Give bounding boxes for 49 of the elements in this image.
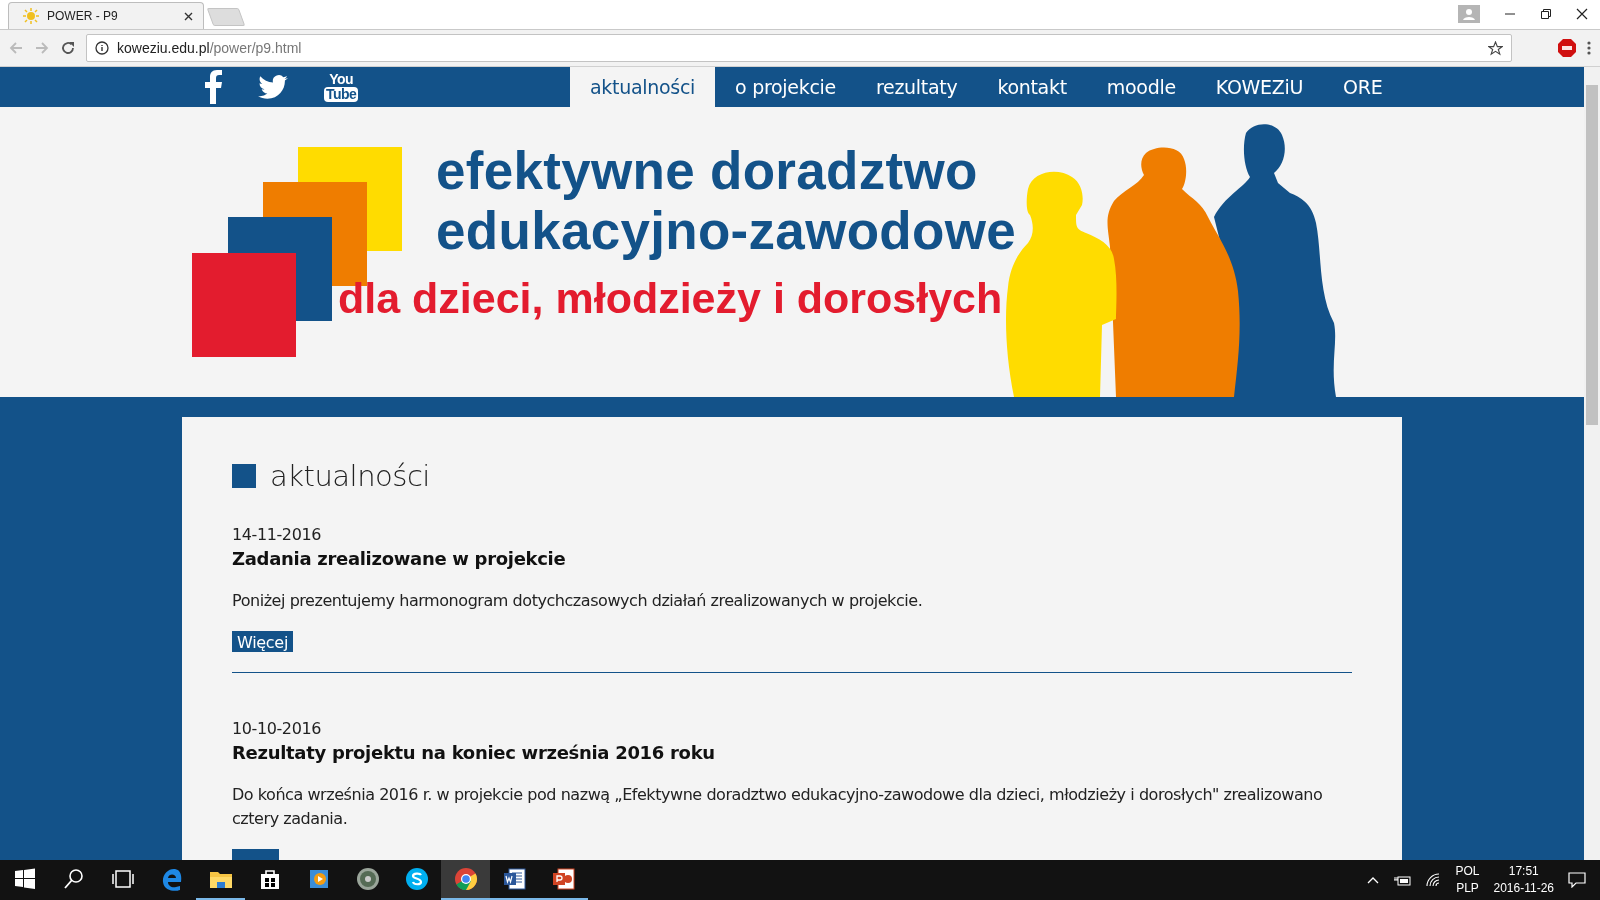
nav-link[interactable]: o projekcie <box>715 67 856 107</box>
nav-link[interactable]: rezultaty <box>855 67 978 107</box>
square-icon <box>232 464 256 488</box>
task-view-icon[interactable] <box>110 867 135 891</box>
browser-tab[interactable]: POWER - P9 <box>8 2 204 29</box>
nav-link[interactable]: moodle <box>1086 67 1196 107</box>
reload-icon[interactable] <box>60 40 76 56</box>
news-date: 14-11-2016 <box>232 525 322 544</box>
facebook-icon[interactable] <box>204 70 222 104</box>
word-document-icon[interactable] <box>502 867 527 891</box>
news-summary: Do końca września 2016 r. w projekcie pod nazwą „Efektywne doradztwo edukacyjno-zawodowe dla dzieci, młodzieży i dorosłych" zrealizowano cztery zadania. <box>232 784 1324 830</box>
battery-icon[interactable] <box>1393 874 1412 886</box>
nav-link[interactable]: kontakt <box>977 67 1087 107</box>
notifications-icon[interactable] <box>1568 872 1586 888</box>
disc-icon[interactable] <box>355 867 380 891</box>
banner-heading: efektywne doradztwo <box>435 141 979 201</box>
scrollbar-thumb[interactable] <box>1586 85 1598 425</box>
scrollbar[interactable] <box>1584 67 1600 860</box>
more-button[interactable]: Więcej <box>232 631 294 652</box>
news-summary: Poniżej prezentujemy harmonogram dotychczasowych działań zrealizowanych w projekcie. <box>232 590 924 612</box>
news-title[interactable]: Rezultaty projektu na koniec września 2016 roku <box>232 742 1352 763</box>
wifi-icon[interactable] <box>1425 873 1442 887</box>
sun-icon <box>23 8 39 24</box>
tab-title: POWER - P9 <box>47 9 119 23</box>
bird-icon[interactable] <box>258 75 288 99</box>
nav-link[interactable]: KOWEZiU <box>1195 67 1324 107</box>
close-icon[interactable] <box>1576 8 1588 20</box>
chevron-up-icon[interactable] <box>1367 876 1380 884</box>
menu-icon[interactable] <box>1586 40 1592 56</box>
windows-icon[interactable] <box>12 867 37 891</box>
section-heading: aktualności <box>270 459 430 493</box>
search-icon[interactable] <box>61 867 86 891</box>
clock[interactable]: 17:51 2016-11-26 <box>1493 863 1554 897</box>
skype-icon[interactable] <box>404 867 429 891</box>
news-title[interactable]: Zadania zrealizowane w projekcie <box>232 548 1352 569</box>
star-icon[interactable] <box>1488 40 1503 56</box>
adblock-icon[interactable] <box>1558 39 1576 57</box>
banner-heading: edukacyjno-zawodowe <box>435 201 1016 261</box>
language-indicator[interactable]: POL PLP <box>1455 863 1480 897</box>
nav-link[interactable]: aktualności <box>570 67 716 107</box>
restore-icon[interactable] <box>1540 8 1552 20</box>
address-field[interactable]: koweziu.edu.pl/power/p9.html <box>86 34 1512 62</box>
nav-link[interactable]: ORE <box>1323 67 1403 107</box>
close-icon[interactable] <box>184 11 193 21</box>
presentation-icon[interactable] <box>551 867 576 891</box>
chrome-icon[interactable] <box>453 867 478 891</box>
banner-tagline: dla dzieci, młodzieży i dorosłych <box>338 273 1004 323</box>
news-date: 10-10-2016 <box>232 719 322 738</box>
info-icon <box>95 41 109 55</box>
